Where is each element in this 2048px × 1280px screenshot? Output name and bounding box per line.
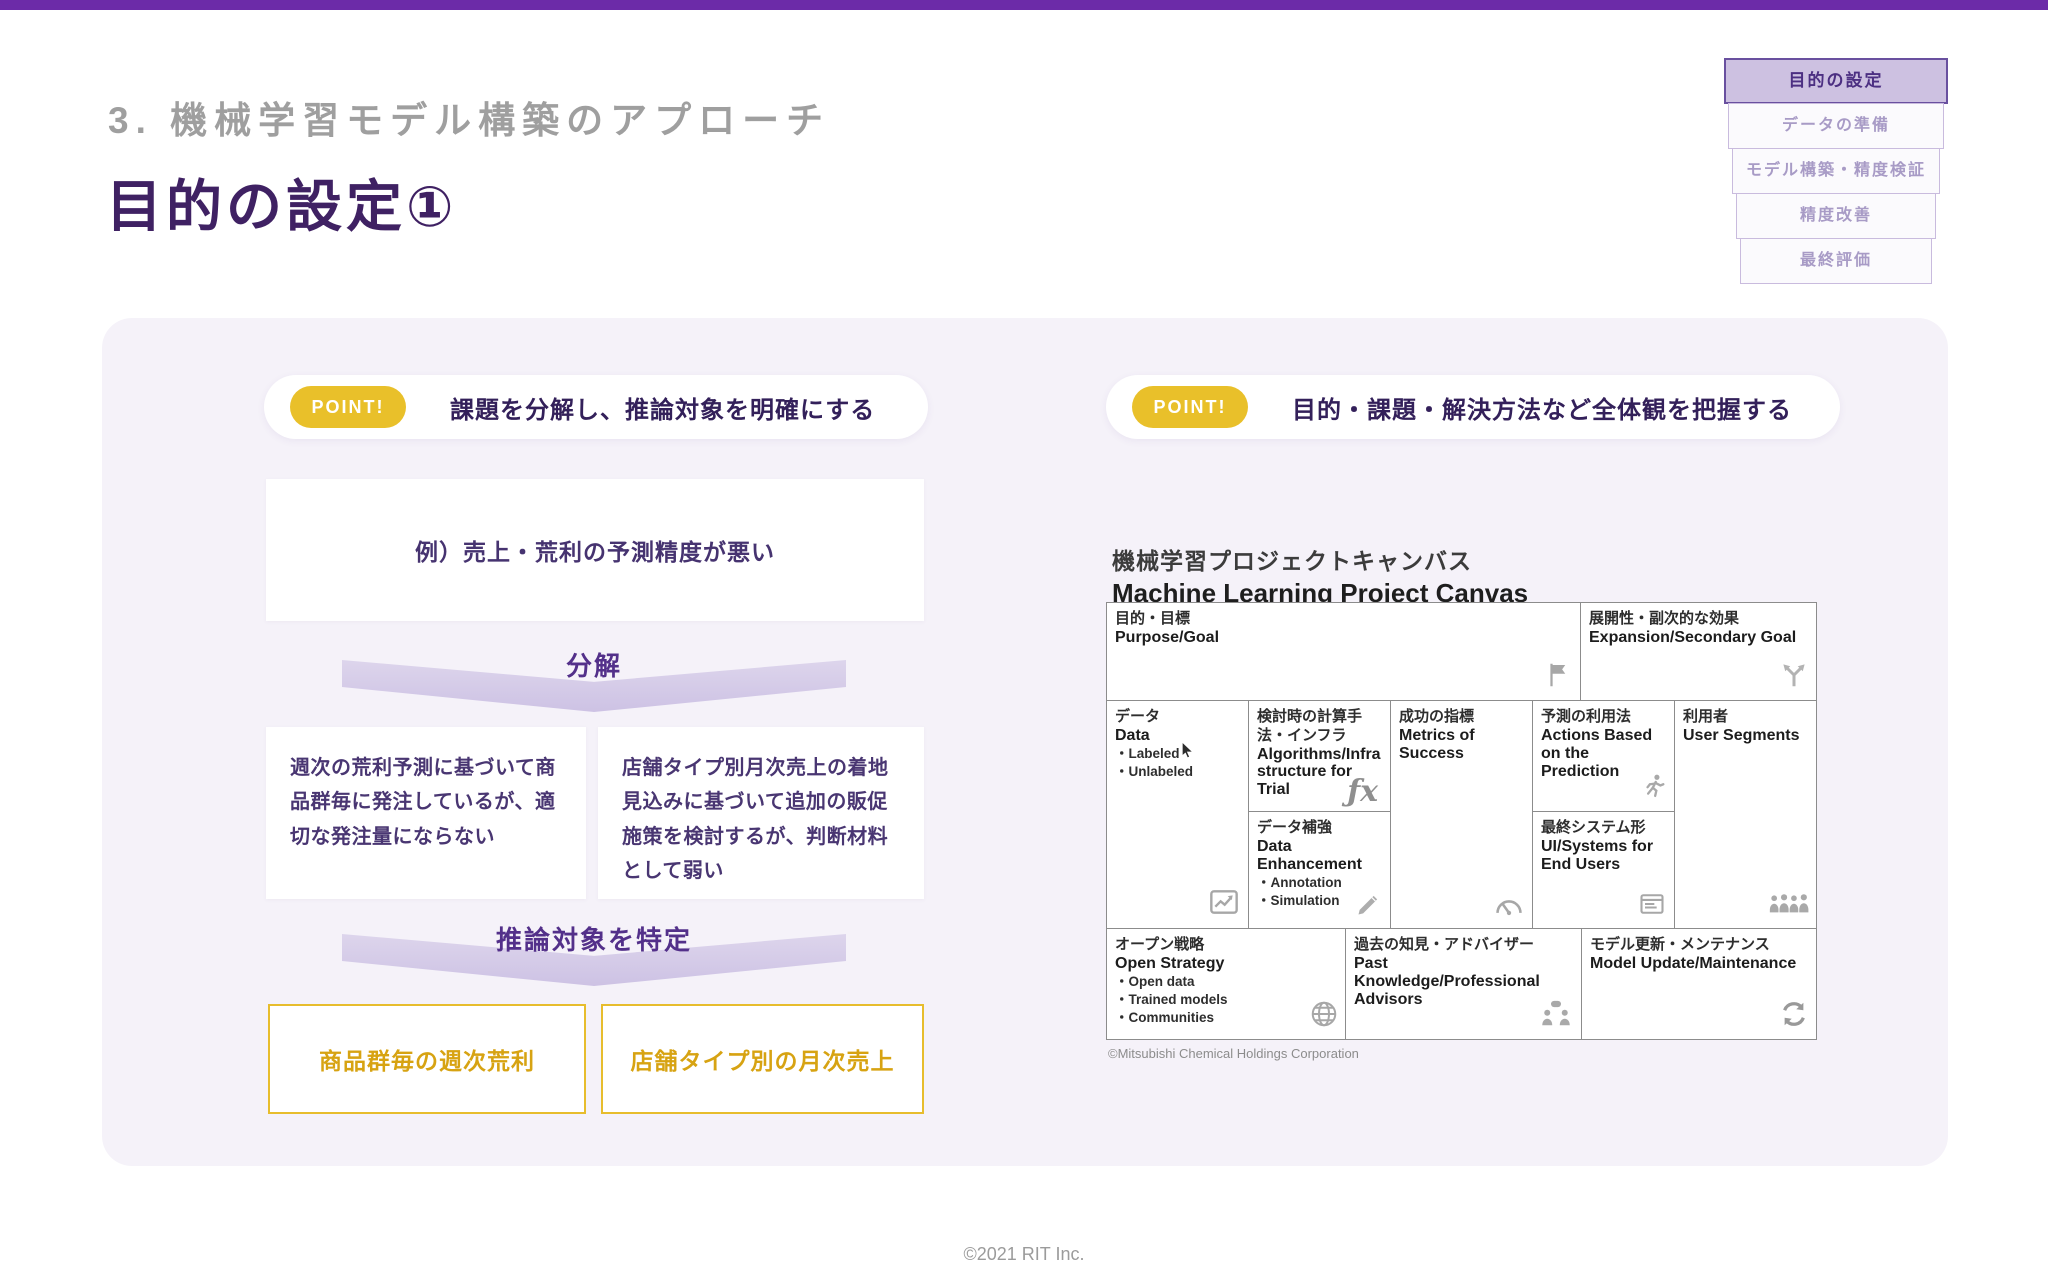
canvas-cell-data: データ Data ・Labeled ・Unlabeled <box>1107 701 1249 929</box>
gauge-icon <box>1492 890 1526 923</box>
point-badge: POINT! <box>1132 386 1248 428</box>
cell-label-en: UI/Systems for End Users <box>1541 837 1654 873</box>
cell-label-en: Data <box>1115 726 1150 744</box>
canvas-cell-purpose: 目的・目標 Purpose/Goal <box>1107 603 1581 701</box>
point-text-left: 課題を分解し、推論対象を明確にする <box>450 396 876 424</box>
canvas-cell-actions: 予測の利用法 Actions Based on the Prediction <box>1533 701 1675 812</box>
point-pill-right: POINT! 目的・課題・解決方法など全体観を把握する <box>1106 375 1840 439</box>
cell-label-ja: モデル更新・メンテナンス <box>1590 936 1770 953</box>
cell-label-en: User Segments <box>1683 726 1800 744</box>
canvas-cell-expansion: 展開性・副次的な効果 Expansion/Secondary Goal <box>1581 603 1817 701</box>
page-title: 目的の設定① <box>106 175 458 238</box>
target-text-1: 商品群毎の週次荒利 <box>319 1048 535 1074</box>
canvas-cell-ui-systems: 最終システム形 UI/Systems for End Users <box>1533 812 1675 929</box>
ml-project-canvas: 目的・目標 Purpose/Goal 展開性・副次的な効果 Expansion/… <box>1106 602 1817 1040</box>
cell-label-en: Open Strategy <box>1115 954 1225 972</box>
slide-footer: ©2021 RIT Inc. <box>963 1244 1085 1264</box>
canvas-cell-algorithms: 検討時の計算手法・インフラ Algorithms/Infrastructure … <box>1249 701 1391 812</box>
cell-label-en: Model Update/Maintenance <box>1590 954 1797 972</box>
stepper-item-final-eval: 最終評価 <box>1740 238 1932 284</box>
cell-label-ja: 展開性・副次的な効果 <box>1589 610 1740 627</box>
pencil-icon <box>1354 890 1384 923</box>
cell-bullet: ・Trained models <box>1115 991 1228 1007</box>
cell-label-ja: 最終システム形 <box>1541 819 1646 836</box>
runner-icon <box>1640 771 1668 806</box>
cell-label-en: Data Enhancement <box>1257 837 1362 873</box>
cell-label-ja: 利用者 <box>1683 708 1729 725</box>
advisors-icon <box>1537 999 1575 1034</box>
process-stepper: 目的の設定 データの準備 モデル構築・精度検証 精度改善 最終評価 <box>1724 58 1948 284</box>
canvas-cell-past-knowledge: 過去の知見・アドバイザー Past Knowledge/Professional… <box>1346 929 1582 1040</box>
cell-label-ja: 予測の利用法 <box>1541 708 1632 725</box>
line-chart-icon <box>1206 886 1242 923</box>
cell-bullet: ・Unlabeled <box>1115 763 1194 779</box>
cause-box-2: 店舗タイプ別月次売上の着地見込みに基づいて追加の販促施策を検討するが、判断材料と… <box>598 727 924 899</box>
cell-label-ja: 過去の知見・アドバイザー <box>1354 936 1535 953</box>
cell-label-en: Expansion/Secondary Goal <box>1589 628 1797 646</box>
cause-text-2: 店舗タイプ別月次売上の着地見込みに基づいて追加の販促施策を検討するが、判断材料と… <box>622 757 889 883</box>
target-box-1: 商品群毎の週次荒利 <box>268 1004 586 1114</box>
mouse-cursor-icon <box>1181 741 1194 765</box>
point-text-right: 目的・課題・解決方法など全体観を把握する <box>1292 396 1792 424</box>
point-badge: POINT! <box>290 386 406 428</box>
cell-bullet: ・Communities <box>1115 1010 1215 1026</box>
refresh-icon <box>1778 999 1810 1034</box>
section-kicker: 3. 機械学習モデル構築のアプローチ <box>108 100 831 141</box>
decompose-arrow: 分解 <box>342 648 846 712</box>
canvas-cell-data-enhancement: データ補強 Data Enhancement ・Annotation ・Simu… <box>1249 812 1391 929</box>
cell-bullet: ・Open data <box>1115 973 1195 989</box>
identify-target-arrow-label: 推論対象を特定 <box>495 925 692 955</box>
canvas-title: 機械学習プロジェクトキャンバス Machine Learning Project… <box>1112 542 1528 609</box>
problem-box: 例）売上・荒利の予測精度が悪い <box>266 479 924 621</box>
canvas-cell-model-update: モデル更新・メンテナンス Model Update/Maintenance <box>1582 929 1817 1040</box>
globe-icon <box>1309 999 1339 1034</box>
cell-label-ja: 目的・目標 <box>1115 610 1191 627</box>
point-pill-left: POINT! 課題を分解し、推論対象を明確にする <box>264 375 928 439</box>
canvas-copyright: ©Mitsubishi Chemical Holdings Corporatio… <box>1108 1046 1359 1061</box>
target-text-2: 店舗タイプ別の月次売上 <box>630 1048 895 1074</box>
canvas-cell-open-strategy: オープン戦略 Open Strategy ・Open data ・Trained… <box>1107 929 1346 1040</box>
stepper-item-data-prep: データの準備 <box>1728 103 1944 149</box>
canvas-cell-metrics: 成功の指標 Metrics of Success <box>1391 701 1533 929</box>
identify-target-arrow: 推論対象を特定 <box>342 922 846 986</box>
decompose-arrow-label: 分解 <box>565 651 622 681</box>
cell-label-ja: オープン戦略 <box>1115 936 1205 953</box>
cell-label-ja: データ補強 <box>1257 819 1333 836</box>
stepper-item-goal-setting: 目的の設定 <box>1724 58 1948 104</box>
cause-text-1: 週次の荒利予測に基づいて商品群毎に発注しているが、適切な発注量にならない <box>290 757 556 848</box>
flag-icon <box>1544 660 1574 695</box>
problem-text: 例）売上・荒利の予測精度が悪い <box>415 539 775 565</box>
stepper-item-model-build: モデル構築・精度検証 <box>1732 148 1940 194</box>
stepper-item-accuracy: 精度改善 <box>1736 193 1936 239</box>
branch-arrows-icon <box>1778 660 1810 695</box>
cell-bullet: ・Labeled <box>1115 745 1180 761</box>
top-accent-bar <box>0 0 2048 10</box>
cause-box-1: 週次の荒利予測に基づいて商品群毎に発注しているが、適切な発注量にならない <box>266 727 586 899</box>
target-box-2: 店舗タイプ別の月次売上 <box>601 1004 924 1114</box>
fx-function-icon: ƒx <box>1347 774 1378 809</box>
user-group-icon <box>1768 892 1810 923</box>
cell-label-ja: 成功の指標 <box>1399 708 1475 725</box>
cell-label-en: Metrics of Success <box>1399 726 1475 762</box>
app-window-icon <box>1636 890 1668 923</box>
canvas-cell-users: 利用者 User Segments <box>1675 701 1817 929</box>
cell-label-en: Purpose/Goal <box>1115 628 1220 646</box>
cell-label-ja: データ <box>1115 708 1161 725</box>
canvas-title-ja: 機械学習プロジェクトキャンバス <box>1112 548 1472 574</box>
cell-label-ja: 検討時の計算手法・インフラ <box>1257 708 1363 744</box>
